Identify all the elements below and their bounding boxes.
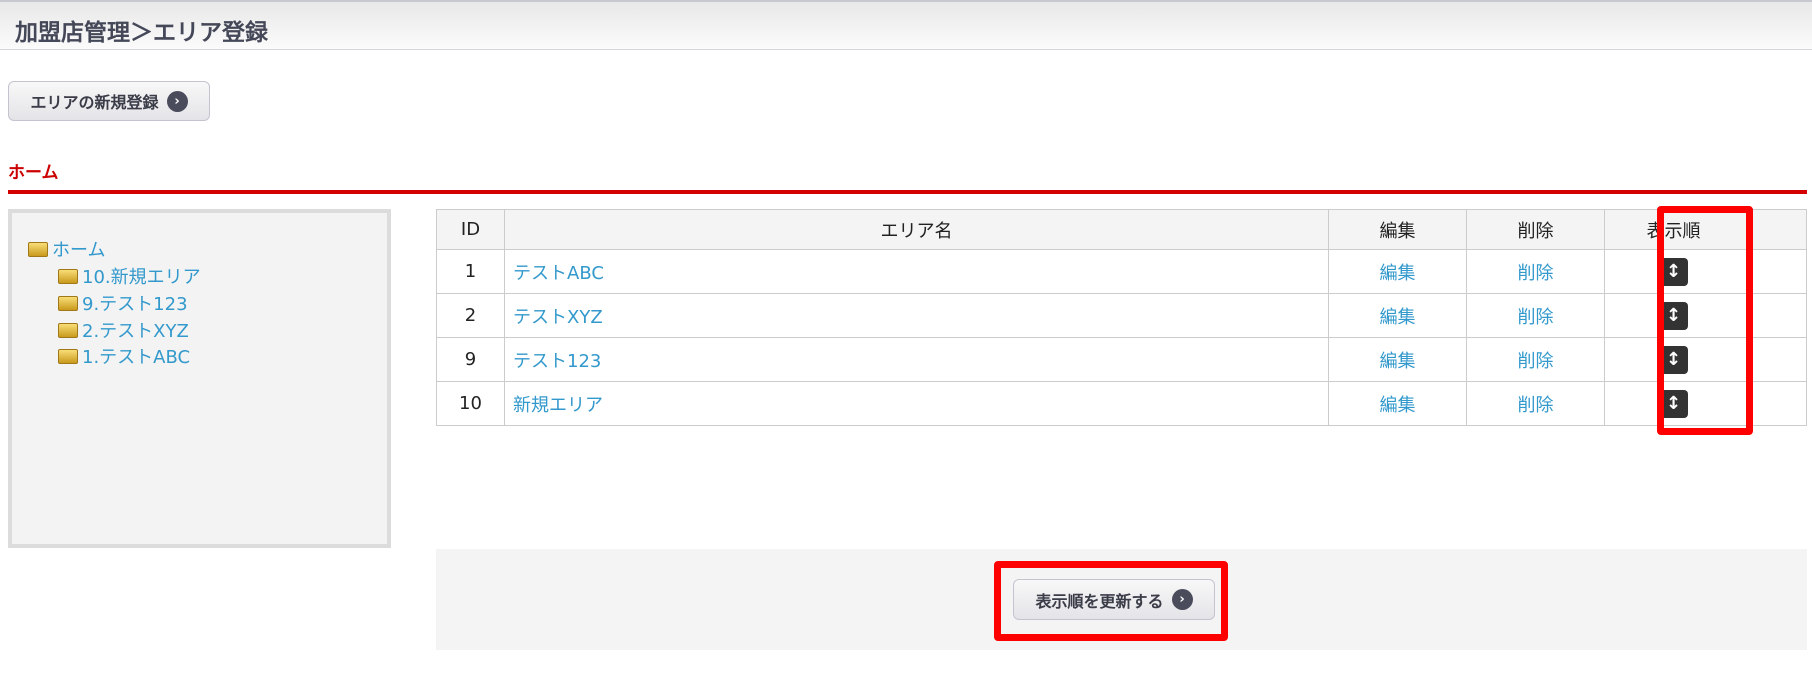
drag-vertical-icon[interactable]: ↕ bbox=[1659, 345, 1688, 374]
table-row: 1 テストABC 編集 削除 ↕ bbox=[436, 249, 1807, 294]
delete-link[interactable]: 削除 bbox=[1518, 307, 1554, 328]
table-row: 2 テストXYZ 編集 削除 ↕ bbox=[436, 293, 1807, 338]
delete-link[interactable]: 削除 bbox=[1518, 395, 1554, 416]
edit-link[interactable]: 編集 bbox=[1380, 307, 1416, 328]
cell-order: ↕ bbox=[1604, 249, 1807, 294]
cell-edit: 編集 bbox=[1328, 381, 1467, 426]
edit-link[interactable]: 編集 bbox=[1380, 351, 1416, 372]
update-order-button[interactable]: 表示順を更新する › bbox=[1013, 579, 1215, 620]
edit-link[interactable]: 編集 bbox=[1380, 263, 1416, 284]
tree-item-label: 1.テストABC bbox=[82, 347, 191, 368]
col-edit: 編集 bbox=[1328, 209, 1467, 250]
tree-item-label: 10.新規エリア bbox=[82, 267, 201, 288]
chevron-right-circle-icon: › bbox=[1171, 589, 1193, 610]
cell-order: ↕ bbox=[1604, 337, 1807, 382]
cell-delete: 削除 bbox=[1466, 249, 1605, 294]
cell-id: 2 bbox=[436, 293, 505, 338]
tree-item[interactable]: 1.テストABC bbox=[58, 343, 190, 369]
page-title: 加盟店管理＞エリア登録 bbox=[15, 20, 268, 46]
tree-item-label: 2.テストXYZ bbox=[82, 321, 189, 342]
area-name-link[interactable]: テストXYZ bbox=[513, 307, 603, 328]
section-divider bbox=[8, 190, 1807, 194]
cell-name: テストABC bbox=[504, 249, 1329, 294]
cell-name: テスト123 bbox=[504, 337, 1329, 382]
cell-edit: 編集 bbox=[1328, 249, 1467, 294]
cell-delete: 削除 bbox=[1466, 293, 1605, 338]
tree-item-root[interactable]: ホーム bbox=[28, 236, 105, 262]
table-row: 10 新規エリア 編集 削除 ↕ bbox=[436, 381, 1807, 426]
tree-item[interactable]: 10.新規エリア bbox=[58, 263, 201, 289]
drag-vertical-icon[interactable]: ↕ bbox=[1659, 257, 1688, 286]
area-table: ID エリア名 編集 削除 表示順 1 テストABC 編集 削除 ↕ 2 テストX… bbox=[436, 209, 1807, 426]
cell-delete: 削除 bbox=[1466, 381, 1605, 426]
col-order-label: 表示順 bbox=[1646, 220, 1701, 242]
folder-icon bbox=[58, 268, 78, 284]
folder-icon bbox=[28, 241, 48, 257]
cell-edit: 編集 bbox=[1328, 337, 1467, 382]
drag-vertical-icon[interactable]: ↕ bbox=[1659, 389, 1688, 418]
cell-id: 9 bbox=[436, 337, 505, 382]
cell-delete: 削除 bbox=[1466, 337, 1605, 382]
cell-id: 1 bbox=[436, 249, 505, 294]
cell-name: テストXYZ bbox=[504, 293, 1329, 338]
col-order: 表示順 bbox=[1604, 209, 1807, 250]
folder-icon bbox=[58, 295, 78, 311]
section-title: ホーム bbox=[8, 163, 59, 183]
cell-id: 10 bbox=[436, 381, 505, 426]
drag-vertical-icon[interactable]: ↕ bbox=[1659, 301, 1688, 330]
chevron-right-circle-icon: › bbox=[166, 90, 188, 112]
tree-item[interactable]: 9.テスト123 bbox=[58, 290, 188, 316]
tree-item[interactable]: 2.テストXYZ bbox=[58, 317, 189, 343]
new-area-button[interactable]: エリアの新規登録 › bbox=[8, 81, 210, 121]
update-order-button-label: 表示順を更新する bbox=[1035, 591, 1164, 611]
table-row: 9 テスト123 編集 削除 ↕ bbox=[436, 337, 1807, 382]
cell-name: 新規エリア bbox=[504, 381, 1329, 426]
edit-link[interactable]: 編集 bbox=[1380, 395, 1416, 416]
tree-item-label: 9.テスト123 bbox=[82, 294, 188, 315]
cell-order: ↕ bbox=[1604, 293, 1807, 338]
cell-order: ↕ bbox=[1604, 381, 1807, 426]
page-header: 加盟店管理＞エリア登録 bbox=[0, 0, 1812, 50]
cell-edit: 編集 bbox=[1328, 293, 1467, 338]
tree-item-label: ホーム bbox=[52, 240, 106, 261]
col-id: ID bbox=[436, 209, 505, 250]
folder-icon bbox=[58, 348, 78, 364]
col-name: エリア名 bbox=[504, 209, 1329, 250]
col-delete: 削除 bbox=[1466, 209, 1605, 250]
table-header-row: ID エリア名 編集 削除 表示順 bbox=[436, 209, 1807, 250]
area-tree: ホーム 10.新規エリア 9.テスト123 2.テストXYZ 1.テストABC bbox=[8, 209, 391, 548]
delete-link[interactable]: 削除 bbox=[1518, 263, 1554, 284]
new-area-button-label: エリアの新規登録 bbox=[30, 93, 159, 112]
area-name-link[interactable]: 新規エリア bbox=[513, 395, 603, 416]
area-name-link[interactable]: テストABC bbox=[513, 263, 604, 284]
delete-link[interactable]: 削除 bbox=[1518, 351, 1554, 372]
folder-icon bbox=[58, 322, 78, 338]
area-name-link[interactable]: テスト123 bbox=[513, 351, 601, 372]
